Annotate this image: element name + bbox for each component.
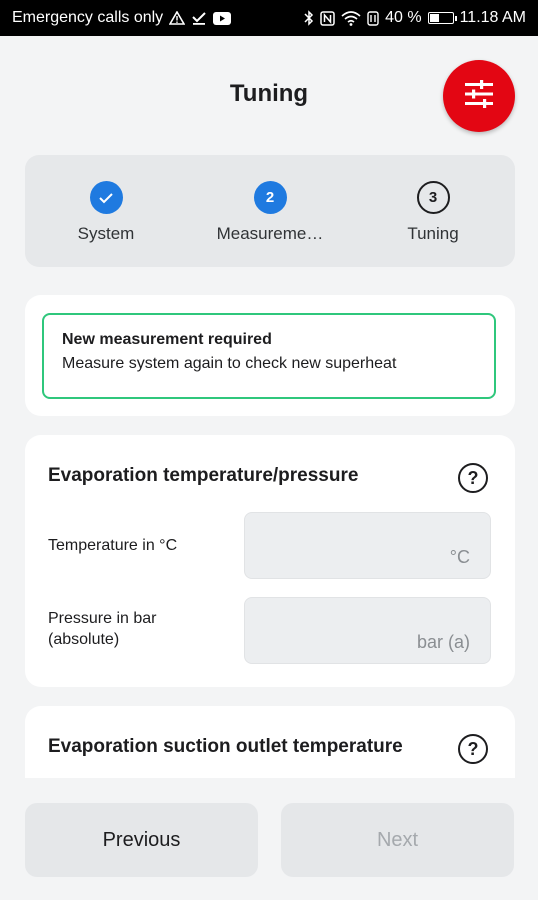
- section-title: Evaporation suction outlet temperature: [48, 736, 403, 757]
- next-button[interactable]: Next: [281, 803, 514, 877]
- nfc-icon: [320, 10, 335, 26]
- pressure-field[interactable]: bar (a): [244, 597, 491, 664]
- bluetooth-icon: [304, 10, 314, 26]
- pressure-unit: bar (a): [416, 632, 470, 652]
- footer-nav: Previous Next: [0, 778, 538, 900]
- step-label: System: [77, 224, 135, 243]
- battery-fill: [429, 14, 439, 22]
- step-label: Measureme…: [216, 224, 324, 243]
- previous-button[interactable]: Previous: [25, 803, 258, 877]
- clock: 11.18 AM: [459, 9, 526, 26]
- temperature-input[interactable]: [245, 513, 490, 578]
- notice-card: New measurement required Measure system …: [25, 295, 515, 416]
- section-title: Evaporation temperature/pressure: [48, 465, 359, 486]
- notice-title: New measurement required: [62, 331, 272, 348]
- question-icon[interactable]: ?: [458, 463, 488, 493]
- sliders-icon: [463, 79, 495, 113]
- settings-fab[interactable]: [443, 60, 515, 132]
- wifi-icon: [341, 10, 361, 26]
- temperature-label: Temperature in °C: [48, 537, 178, 554]
- status-bar-right: 40 % 11.18 AM: [304, 9, 526, 27]
- pressure-input[interactable]: [245, 598, 490, 663]
- step-done-check-icon: [89, 181, 123, 214]
- step-measurement[interactable]: 2 Measureme…: [200, 181, 340, 244]
- pressure-label: Pressure in bar (absolute): [48, 608, 157, 650]
- step-label: Tuning: [407, 224, 459, 243]
- battery-percent: 40 %: [385, 9, 422, 26]
- measurement-notice: New measurement required Measure system …: [42, 313, 496, 399]
- question-icon[interactable]: ?: [458, 734, 488, 764]
- download-done-icon: [191, 11, 207, 25]
- temperature-unit: °C: [449, 547, 470, 567]
- pressure-label-line2: (absolute): [48, 631, 120, 648]
- progress-stepper: System 2 Measureme… 3 Tuning: [25, 155, 515, 267]
- data-icon: [367, 10, 379, 26]
- step-number: 3: [416, 181, 450, 214]
- carrier-text: Emergency calls only: [12, 9, 164, 26]
- step-system[interactable]: System: [36, 181, 176, 244]
- step-number: 2: [253, 181, 287, 214]
- header: Tuning: [0, 36, 538, 156]
- status-bar: Emergency calls only 40 % 11.18 AM: [0, 0, 538, 36]
- evaporation-card: Evaporation temperature/pressure ? Tempe…: [25, 435, 515, 687]
- status-bar-left: Emergency calls only: [12, 9, 232, 27]
- notice-body: Measure system again to check new superh…: [62, 355, 397, 372]
- youtube-icon: [213, 11, 232, 25]
- temperature-field[interactable]: °C: [244, 512, 491, 579]
- battery-icon: [427, 12, 457, 24]
- warning-icon: [169, 11, 186, 25]
- pressure-label-line1: Pressure in bar: [48, 610, 157, 627]
- step-tuning[interactable]: 3 Tuning: [363, 181, 503, 244]
